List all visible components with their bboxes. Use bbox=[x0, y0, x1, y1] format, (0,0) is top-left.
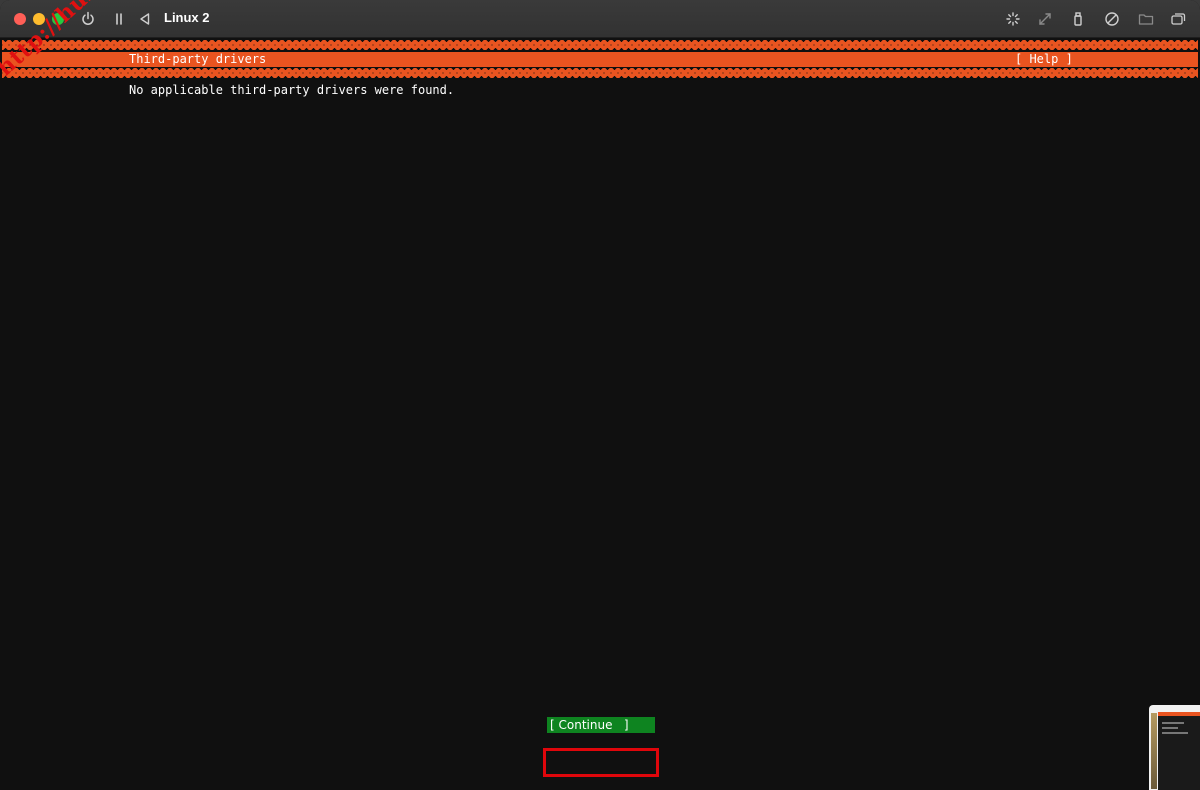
continue-button[interactable]: [ Continue ] bbox=[547, 717, 655, 733]
help-button[interactable]: [ Help ] bbox=[1015, 52, 1073, 67]
vm-window: Linux 2 Third-party drivers [Help] No … bbox=[0, 0, 1200, 790]
thumbnail-wallpaper bbox=[1151, 713, 1157, 789]
thumbnail-line bbox=[1162, 727, 1178, 729]
pause-icon[interactable] bbox=[109, 9, 129, 29]
header-divider-bottom bbox=[2, 68, 1198, 78]
thumbnail-preview bbox=[1158, 712, 1200, 790]
thumbnail-line bbox=[1162, 722, 1184, 724]
vm-screen[interactable]: Third-party drivers [ Help ] No applicab… bbox=[0, 38, 1200, 790]
close-window-button[interactable] bbox=[14, 13, 26, 25]
thumbnail-line bbox=[1162, 732, 1188, 734]
back-icon[interactable] bbox=[135, 9, 155, 29]
folder-icon[interactable] bbox=[1136, 9, 1156, 29]
installer-header: Third-party drivers [ Help ] bbox=[2, 52, 1198, 67]
display-icon[interactable] bbox=[1168, 9, 1188, 29]
usb-icon[interactable] bbox=[1068, 9, 1088, 29]
screenshot-thumbnail[interactable] bbox=[1149, 705, 1200, 790]
page-title: Third-party drivers bbox=[129, 52, 267, 66]
title-bar: Linux 2 bbox=[0, 0, 1200, 38]
continue-highlight-frame bbox=[543, 748, 659, 777]
brightness-icon[interactable] bbox=[1003, 9, 1023, 29]
header-divider-top bbox=[2, 40, 1198, 50]
window-title: Linux 2 bbox=[164, 10, 210, 25]
audio-icon[interactable] bbox=[1102, 9, 1122, 29]
thumbnail-header bbox=[1158, 712, 1200, 716]
drivers-message: No applicable third-party drivers were f… bbox=[129, 83, 455, 97]
resize-icon[interactable] bbox=[1035, 9, 1055, 29]
